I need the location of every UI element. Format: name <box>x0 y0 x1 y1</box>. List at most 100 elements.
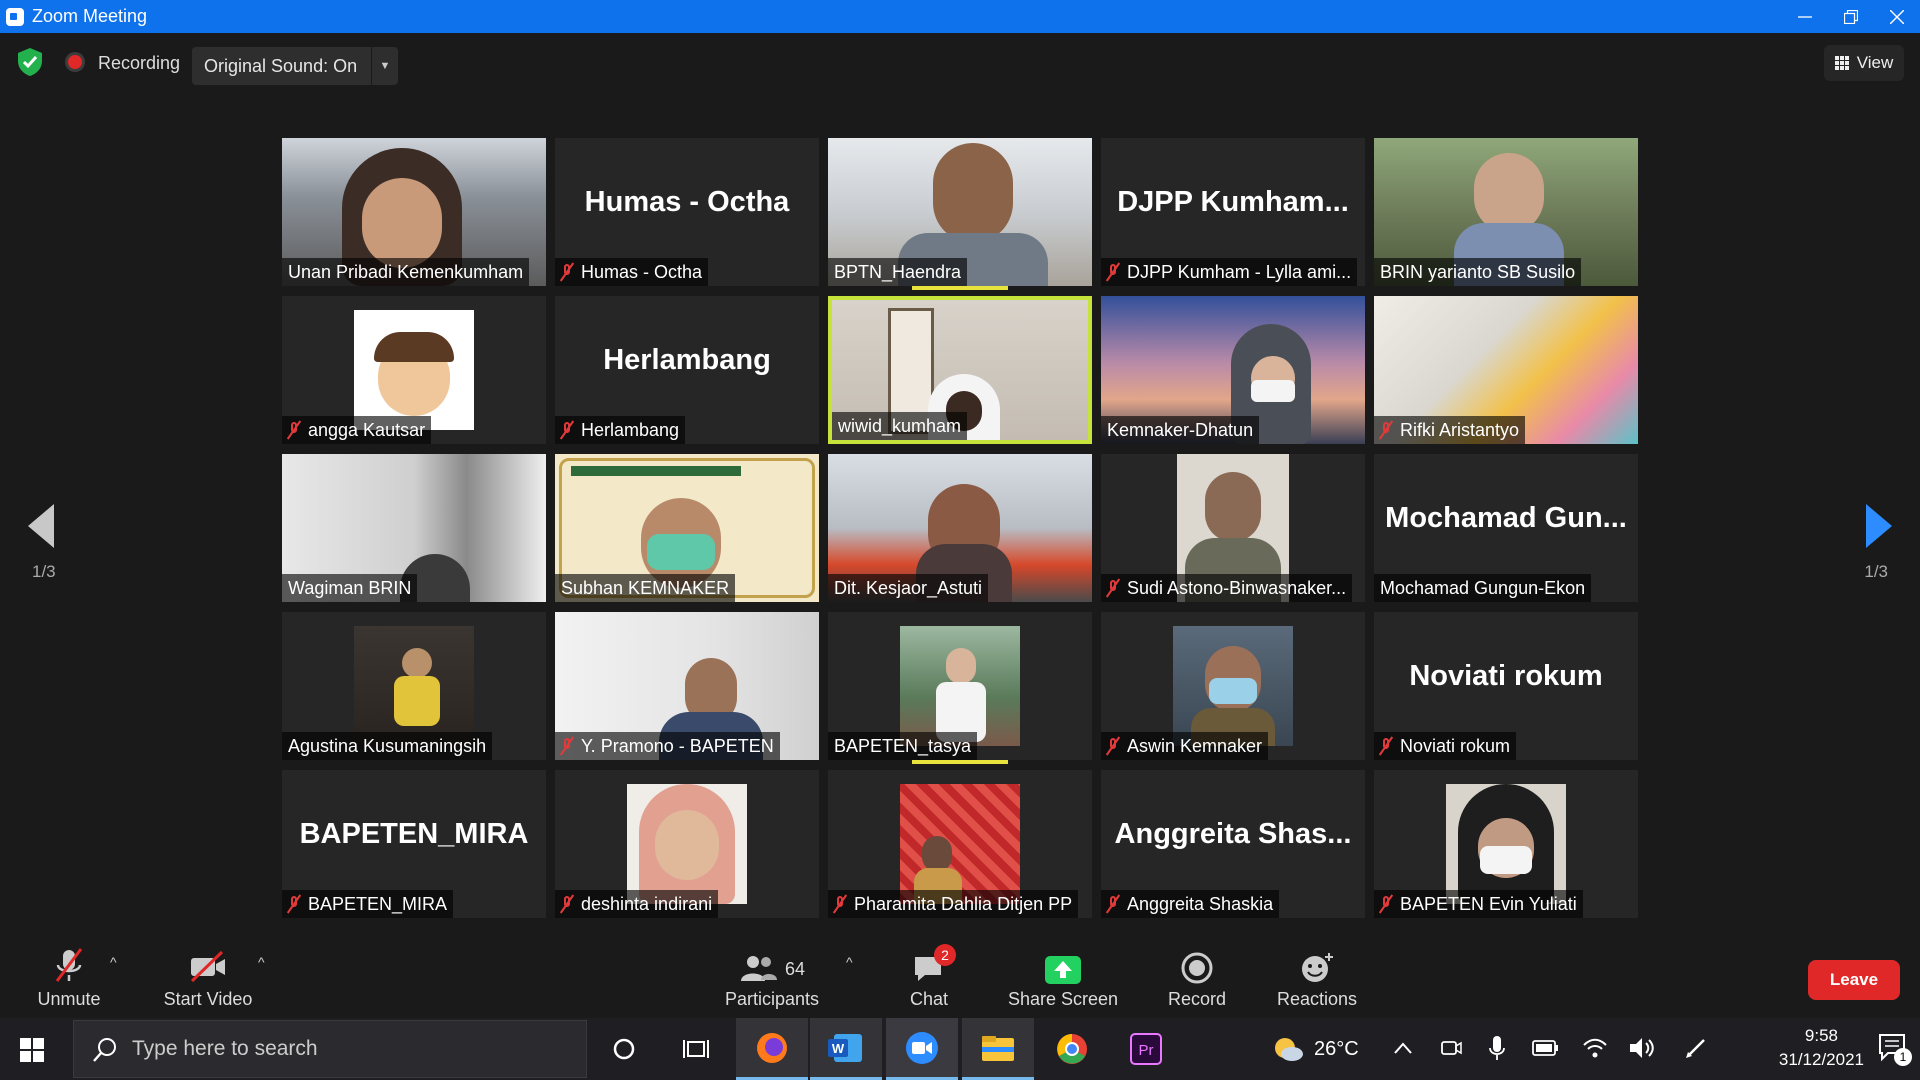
chat-label: Chat <box>909 989 949 1009</box>
participants-button[interactable]: 64 Participants <box>716 934 828 1018</box>
face-mask <box>647 534 715 570</box>
participant-tile[interactable]: Y. Pramono - BAPETEN <box>555 612 819 760</box>
show-hidden-icons-chevron-up-icon[interactable] <box>1394 1042 1412 1054</box>
face <box>946 648 976 684</box>
record-button[interactable]: Record <box>1160 934 1234 1018</box>
participant-tile[interactable]: Kemnaker-Dhatun <box>1101 296 1365 444</box>
volume-icon[interactable] <box>1628 1036 1656 1060</box>
action-center-button[interactable]: 1 <box>1878 1032 1912 1066</box>
minimize-icon <box>1798 15 1812 18</box>
participants-icon-row: 64 <box>739 953 805 985</box>
weather-temperature[interactable]: 26°C <box>1314 1038 1359 1061</box>
audio-options-chevron-up-icon[interactable]: ^ <box>110 954 117 970</box>
taskbar-chrome[interactable] <box>1036 1018 1108 1080</box>
cortana-button[interactable] <box>588 1018 660 1080</box>
taskbar-premiere[interactable]: Pr <box>1110 1018 1182 1080</box>
leave-button[interactable]: Leave <box>1808 960 1900 1000</box>
chat-button[interactable]: Chat 2 <box>900 934 958 1018</box>
participant-name: Anggreita Shaskia <box>1101 890 1280 918</box>
task-view-button[interactable] <box>660 1018 732 1080</box>
participant-tile[interactable]: Sudi Astono-Binwasnaker... <box>1101 454 1365 602</box>
taskbar-search-box[interactable]: Type here to search <box>73 1020 587 1078</box>
participant-tile[interactable]: Mochamad Gun... Mochamad Gungun-Ekon <box>1374 454 1638 602</box>
taskbar-firefox[interactable] <box>736 1018 808 1080</box>
audio-level-bar <box>912 760 1008 764</box>
participant-tile[interactable]: BAPETEN_tasya <box>828 612 1092 760</box>
participant-tile[interactable]: Herlambang Herlambang <box>555 296 819 444</box>
muted-mic-icon <box>561 421 573 439</box>
start-video-button[interactable]: Start Video <box>150 934 266 1018</box>
video-options-chevron-up-icon[interactable]: ^ <box>258 954 265 970</box>
clock-date: 31/12/2021 <box>1778 1050 1864 1069</box>
security-shield-icon[interactable] <box>16 47 44 77</box>
audio-level-bar <box>912 286 1008 290</box>
firefox-icon <box>757 1032 787 1063</box>
windows-start-icon[interactable] <box>20 1038 44 1062</box>
close-button[interactable] <box>1874 0 1920 33</box>
view-button[interactable]: View <box>1824 45 1904 81</box>
participant-name: Unan Pribadi Kemenkumham <box>282 258 530 286</box>
minimize-button[interactable] <box>1782 0 1828 33</box>
participant-tile[interactable]: angga Kautsar <box>282 296 546 444</box>
system-clock[interactable]: 9:58 31/12/2021 <box>1779 1024 1864 1072</box>
participant-tile-active-speaker[interactable]: wiwid_kumham <box>828 296 1092 444</box>
taskbar-file-explorer[interactable] <box>962 1018 1034 1080</box>
participants-chevron-up-icon[interactable]: ^ <box>846 954 853 970</box>
reactions-label: Reactions <box>1276 989 1358 1009</box>
participant-tile[interactable]: BPTN_Haendra <box>828 138 1092 286</box>
muted-mic-icon <box>561 737 573 755</box>
previous-page-arrow[interactable] <box>28 504 54 548</box>
file-explorer-icon <box>982 1035 1014 1061</box>
participant-tile[interactable]: Agustina Kusumaningsih <box>282 612 546 760</box>
participant-tile[interactable]: deshinta indirani <box>555 770 819 918</box>
restore-icon <box>1844 9 1858 24</box>
participant-tile[interactable]: Noviati rokum Noviati rokum <box>1374 612 1638 760</box>
battery-icon[interactable] <box>1532 1040 1560 1056</box>
participant-tile[interactable]: Wagiman BRIN <box>282 454 546 602</box>
participant-tile[interactable]: DJPP Kumham... DJPP Kumham - Lylla ami..… <box>1101 138 1365 286</box>
participants-label: Participants <box>724 989 820 1009</box>
taskbar-word[interactable]: W <box>810 1018 882 1080</box>
meet-now-icon[interactable] <box>1440 1036 1462 1060</box>
participant-tile[interactable]: Subhan KEMNAKER <box>555 454 819 602</box>
reactions-button[interactable]: Reactions <box>1274 934 1360 1018</box>
muted-mic-icon <box>834 895 846 913</box>
original-sound-dropdown[interactable]: ▼ <box>371 47 398 85</box>
muted-mic-icon <box>1380 737 1392 755</box>
muted-mic-icon <box>561 263 573 281</box>
original-sound-button[interactable]: Original Sound: On ▼ <box>192 47 398 85</box>
participant-name: BAPETEN_MIRA <box>282 890 454 918</box>
wifi-icon[interactable] <box>1582 1036 1608 1060</box>
unmute-button[interactable]: Unmute <box>24 934 114 1018</box>
page-indicator-right: 1/3 <box>1864 562 1888 581</box>
participants-count: 64 <box>784 958 806 979</box>
participant-tile[interactable]: Humas - Octha Humas - Octha <box>555 138 819 286</box>
taskbar-zoom[interactable] <box>886 1018 958 1080</box>
participant-tile[interactable]: BAPETEN_MIRA BAPETEN_MIRA <box>282 770 546 918</box>
participant-tile[interactable]: BAPETEN Evin Yuliati <box>1374 770 1638 918</box>
pen-workspace-icon[interactable] <box>1684 1036 1708 1060</box>
participant-tile[interactable]: BRIN yarianto SB Susilo <box>1374 138 1638 286</box>
restore-button[interactable] <box>1828 0 1874 33</box>
video-gallery: Unan Pribadi Kemenkumham Humas - Octha H… <box>282 138 1638 918</box>
zoom-icon <box>906 1031 938 1064</box>
svg-text:W: W <box>832 1041 845 1056</box>
chat-unread-badge: 2 <box>934 944 956 966</box>
next-page-arrow[interactable] <box>1866 504 1892 548</box>
participant-name: angga Kautsar <box>282 416 432 444</box>
muted-mic-icon <box>288 895 300 913</box>
share-screen-button[interactable]: Share Screen <box>1006 934 1120 1018</box>
participant-tile[interactable]: Pharamita Dahlia Ditjen PP <box>828 770 1092 918</box>
microphone-in-use-icon[interactable] <box>1488 1034 1506 1062</box>
participant-name: wiwid_kumham <box>832 412 968 440</box>
participant-tile[interactable]: Anggreita Shas... Anggreita Shaskia <box>1101 770 1365 918</box>
reactions-smiley-icon <box>1302 953 1333 982</box>
weather-partly-sunny-icon[interactable] <box>1272 1035 1304 1063</box>
muted-microphone-icon <box>55 948 83 982</box>
participant-tile[interactable]: Unan Pribadi Kemenkumham <box>282 138 546 286</box>
participant-name: BAPETEN Evin Yuliati <box>1374 890 1583 918</box>
participant-tile[interactable]: Aswin Kemnaker <box>1101 612 1365 760</box>
participant-tile[interactable]: Rifki Aristantyo <box>1374 296 1638 444</box>
participant-tile[interactable]: Dit. Kesjaor_Astuti <box>828 454 1092 602</box>
muted-mic-icon <box>1107 895 1119 913</box>
